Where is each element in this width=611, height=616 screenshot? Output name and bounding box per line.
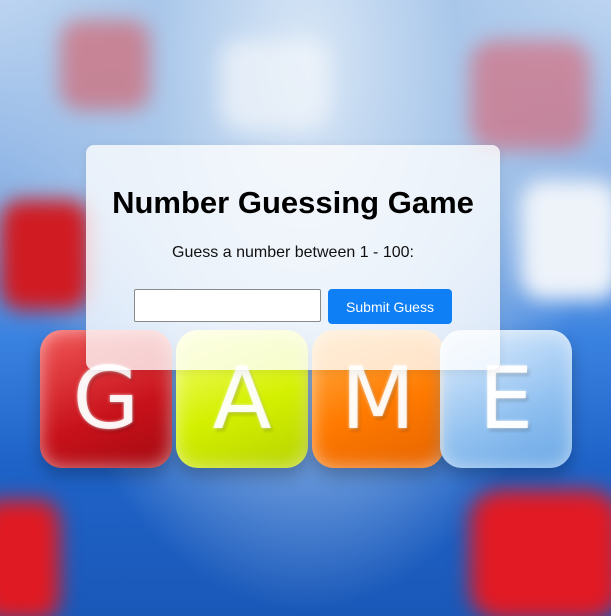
blurred-white-die xyxy=(220,40,330,130)
guess-input[interactable] xyxy=(134,289,321,322)
blurred-red-die xyxy=(0,500,60,616)
game-card: Number Guessing Game Guess a number betw… xyxy=(86,145,500,370)
guess-prompt: Guess a number between 1 - 100: xyxy=(172,244,414,261)
blurred-red-die xyxy=(0,200,90,310)
blurred-red-die xyxy=(60,20,150,110)
submit-guess-button[interactable]: Submit Guess xyxy=(328,289,452,324)
blurred-red-die xyxy=(470,490,611,616)
blurred-red-die xyxy=(470,40,590,150)
blurred-white-die xyxy=(520,180,611,300)
page-title: Number Guessing Game xyxy=(112,185,474,220)
